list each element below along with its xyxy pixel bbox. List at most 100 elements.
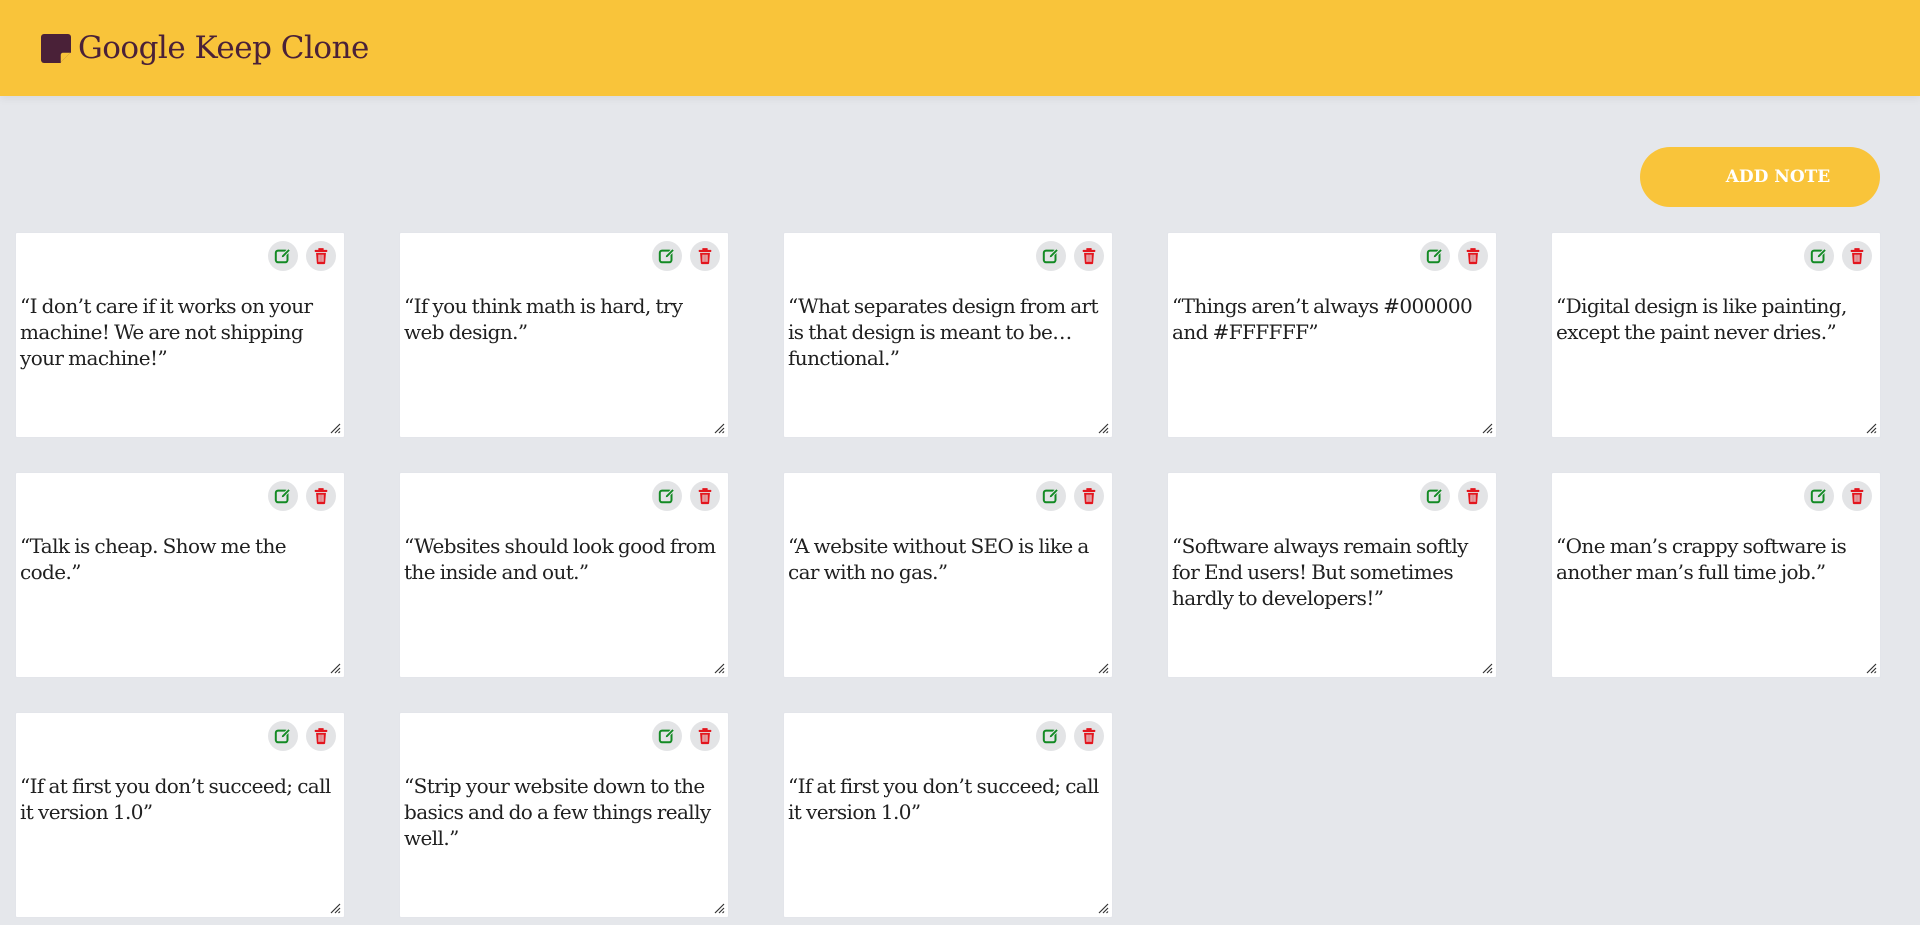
edit-icon — [1810, 487, 1828, 504]
note-text[interactable]: “If at first you don’t succeed; call it … — [20, 773, 336, 825]
trash-icon — [1082, 488, 1096, 505]
note-tools — [1036, 481, 1104, 511]
note-card: “If at first you don’t succeed; call it … — [15, 712, 345, 918]
note-card: “Websites should look good from the insi… — [399, 472, 729, 678]
note-text[interactable]: “One man’s crappy software is another ma… — [1556, 533, 1872, 585]
note-tools — [652, 721, 720, 751]
trash-icon — [698, 248, 712, 265]
trash-icon — [698, 488, 712, 505]
edit-note-button[interactable] — [1804, 241, 1834, 271]
delete-note-button[interactable] — [1842, 481, 1872, 511]
trash-icon — [698, 728, 712, 745]
note-text[interactable]: “I don’t care if it works on your machin… — [20, 293, 336, 371]
edit-icon — [658, 487, 676, 504]
delete-note-button[interactable] — [306, 481, 336, 511]
trash-icon — [314, 488, 328, 505]
edit-note-button[interactable] — [268, 241, 298, 271]
resize-handle-icon[interactable] — [713, 662, 725, 674]
delete-note-button[interactable] — [690, 481, 720, 511]
note-text[interactable]: “Strip your website down to the basics a… — [404, 773, 720, 851]
resize-handle-icon[interactable] — [1865, 662, 1877, 674]
note-tools — [268, 481, 336, 511]
delete-note-button[interactable] — [306, 721, 336, 751]
note-card: “If at first you don’t succeed; call it … — [783, 712, 1113, 918]
delete-note-button[interactable] — [1842, 241, 1872, 271]
trash-icon — [1082, 728, 1096, 745]
delete-note-button[interactable] — [306, 241, 336, 271]
resize-handle-icon[interactable] — [1481, 422, 1493, 434]
edit-note-button[interactable] — [1804, 481, 1834, 511]
edit-icon — [274, 727, 292, 744]
resize-handle-icon[interactable] — [713, 902, 725, 914]
resize-handle-icon[interactable] — [1097, 662, 1109, 674]
note-tools — [652, 481, 720, 511]
note-tools — [268, 721, 336, 751]
note-card: “Digital design is like painting, except… — [1551, 232, 1881, 438]
edit-note-button[interactable] — [652, 241, 682, 271]
trash-icon — [1850, 248, 1864, 265]
delete-note-button[interactable] — [1074, 481, 1104, 511]
note-tools — [1804, 241, 1872, 271]
delete-note-button[interactable] — [690, 241, 720, 271]
note-text[interactable]: “Digital design is like painting, except… — [1556, 293, 1872, 345]
edit-icon — [274, 487, 292, 504]
delete-note-button[interactable] — [1074, 721, 1104, 751]
note-card: “One man’s crappy software is another ma… — [1551, 472, 1881, 678]
trash-icon — [1082, 248, 1096, 265]
note-card: “Talk is cheap. Show me the code.” — [15, 472, 345, 678]
edit-note-button[interactable] — [1036, 241, 1066, 271]
edit-icon — [274, 247, 292, 264]
note-card: “Software always remain softly for End u… — [1167, 472, 1497, 678]
resize-handle-icon[interactable] — [329, 422, 341, 434]
edit-note-button[interactable] — [1420, 241, 1450, 271]
resize-handle-icon[interactable] — [1865, 422, 1877, 434]
delete-note-button[interactable] — [1458, 481, 1488, 511]
note-text[interactable]: “What separates design from art is that … — [788, 293, 1104, 371]
edit-icon — [1810, 247, 1828, 264]
edit-note-button[interactable] — [1420, 481, 1450, 511]
note-tools — [1420, 481, 1488, 511]
edit-icon — [1042, 727, 1060, 744]
delete-note-button[interactable] — [690, 721, 720, 751]
edit-icon — [658, 727, 676, 744]
note-card: “If you think math is hard, try web desi… — [399, 232, 729, 438]
resize-handle-icon[interactable] — [1097, 422, 1109, 434]
note-tools — [1804, 481, 1872, 511]
note-tools — [652, 241, 720, 271]
edit-icon — [658, 247, 676, 264]
edit-note-button[interactable] — [652, 721, 682, 751]
note-text[interactable]: “Software always remain softly for End u… — [1172, 533, 1488, 611]
edit-icon — [1426, 247, 1444, 264]
resize-handle-icon[interactable] — [329, 902, 341, 914]
edit-note-button[interactable] — [268, 481, 298, 511]
note-tools — [1036, 721, 1104, 751]
note-text[interactable]: “A website without SEO is like a car wit… — [788, 533, 1104, 585]
trash-icon — [314, 248, 328, 265]
edit-note-button[interactable] — [1036, 481, 1066, 511]
note-text[interactable]: “Things aren’t always #000000 and #FFFFF… — [1172, 293, 1488, 345]
delete-note-button[interactable] — [1458, 241, 1488, 271]
note-card: “Strip your website down to the basics a… — [399, 712, 729, 918]
note-text[interactable]: “Websites should look good from the insi… — [404, 533, 720, 585]
note-card: “What separates design from art is that … — [783, 232, 1113, 438]
note-tools — [1036, 241, 1104, 271]
trash-icon — [314, 728, 328, 745]
resize-handle-icon[interactable] — [1481, 662, 1493, 674]
note-text[interactable]: “If at first you don’t succeed; call it … — [788, 773, 1104, 825]
notes-grid: “I don’t care if it works on your machin… — [0, 0, 1920, 925]
note-text[interactable]: “If you think math is hard, try web desi… — [404, 293, 720, 345]
edit-note-button[interactable] — [268, 721, 298, 751]
resize-handle-icon[interactable] — [329, 662, 341, 674]
note-text[interactable]: “Talk is cheap. Show me the code.” — [20, 533, 336, 585]
resize-handle-icon[interactable] — [1097, 902, 1109, 914]
trash-icon — [1466, 488, 1480, 505]
trash-icon — [1850, 488, 1864, 505]
resize-handle-icon[interactable] — [713, 422, 725, 434]
edit-icon — [1042, 247, 1060, 264]
delete-note-button[interactable] — [1074, 241, 1104, 271]
edit-note-button[interactable] — [652, 481, 682, 511]
note-tools — [268, 241, 336, 271]
edit-note-button[interactable] — [1036, 721, 1066, 751]
edit-icon — [1042, 487, 1060, 504]
note-card: “Things aren’t always #000000 and #FFFFF… — [1167, 232, 1497, 438]
